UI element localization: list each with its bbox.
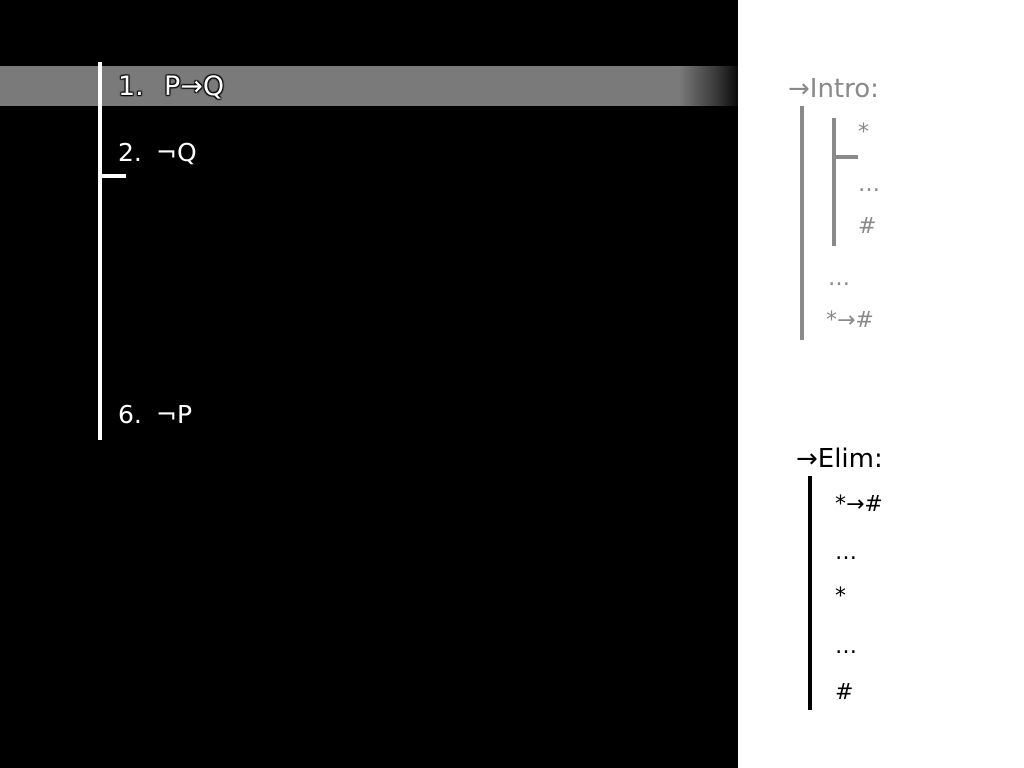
intro-conclusion: *→# — [826, 308, 874, 333]
elim-conditional: *→# — [835, 492, 883, 517]
slide: 1. P→Q 2. ¬Q 6. ¬P →Intro: * … # … *→# →Eli… — [0, 0, 1024, 768]
proof-scope-line — [98, 62, 102, 440]
line-formula: ¬P — [156, 400, 193, 429]
intro-inner-separator — [832, 155, 858, 159]
assumption-separator — [98, 174, 126, 178]
proof-panel: 1. P→Q 2. ¬Q 6. ¬P — [0, 0, 738, 768]
rules-panel: →Intro: * … # … *→# →Elim: *→# … * … # — [738, 0, 1024, 768]
intro-inner-dots: … — [858, 172, 880, 197]
intro-rule-title: →Intro: — [788, 74, 879, 104]
intro-inner-scope-line — [832, 118, 836, 246]
intro-inner-result: # — [858, 214, 877, 239]
proof-line-1[interactable]: 1. P→Q — [118, 72, 224, 102]
elim-scope-line — [808, 476, 812, 710]
line-number: 6. — [118, 400, 142, 429]
line-number: 2. — [118, 138, 142, 167]
elim-consequent: # — [835, 680, 854, 705]
elim-dots-1: … — [835, 540, 857, 565]
intro-outer-scope-line — [800, 106, 804, 340]
elim-rule-title: →Elim: — [796, 444, 883, 474]
line-formula: ¬Q — [156, 138, 197, 167]
intro-assumption: * — [858, 120, 869, 145]
line-formula: P→Q — [164, 71, 225, 102]
intro-outer-dots: … — [828, 266, 850, 291]
proof-line-6[interactable]: 6. ¬P — [118, 400, 192, 430]
proof-line-2[interactable]: 2. ¬Q — [118, 138, 197, 168]
elim-dots-2: … — [835, 634, 857, 659]
highlight-bar — [0, 66, 738, 106]
elim-antecedent: * — [835, 584, 846, 609]
line-number: 1. — [118, 71, 144, 102]
